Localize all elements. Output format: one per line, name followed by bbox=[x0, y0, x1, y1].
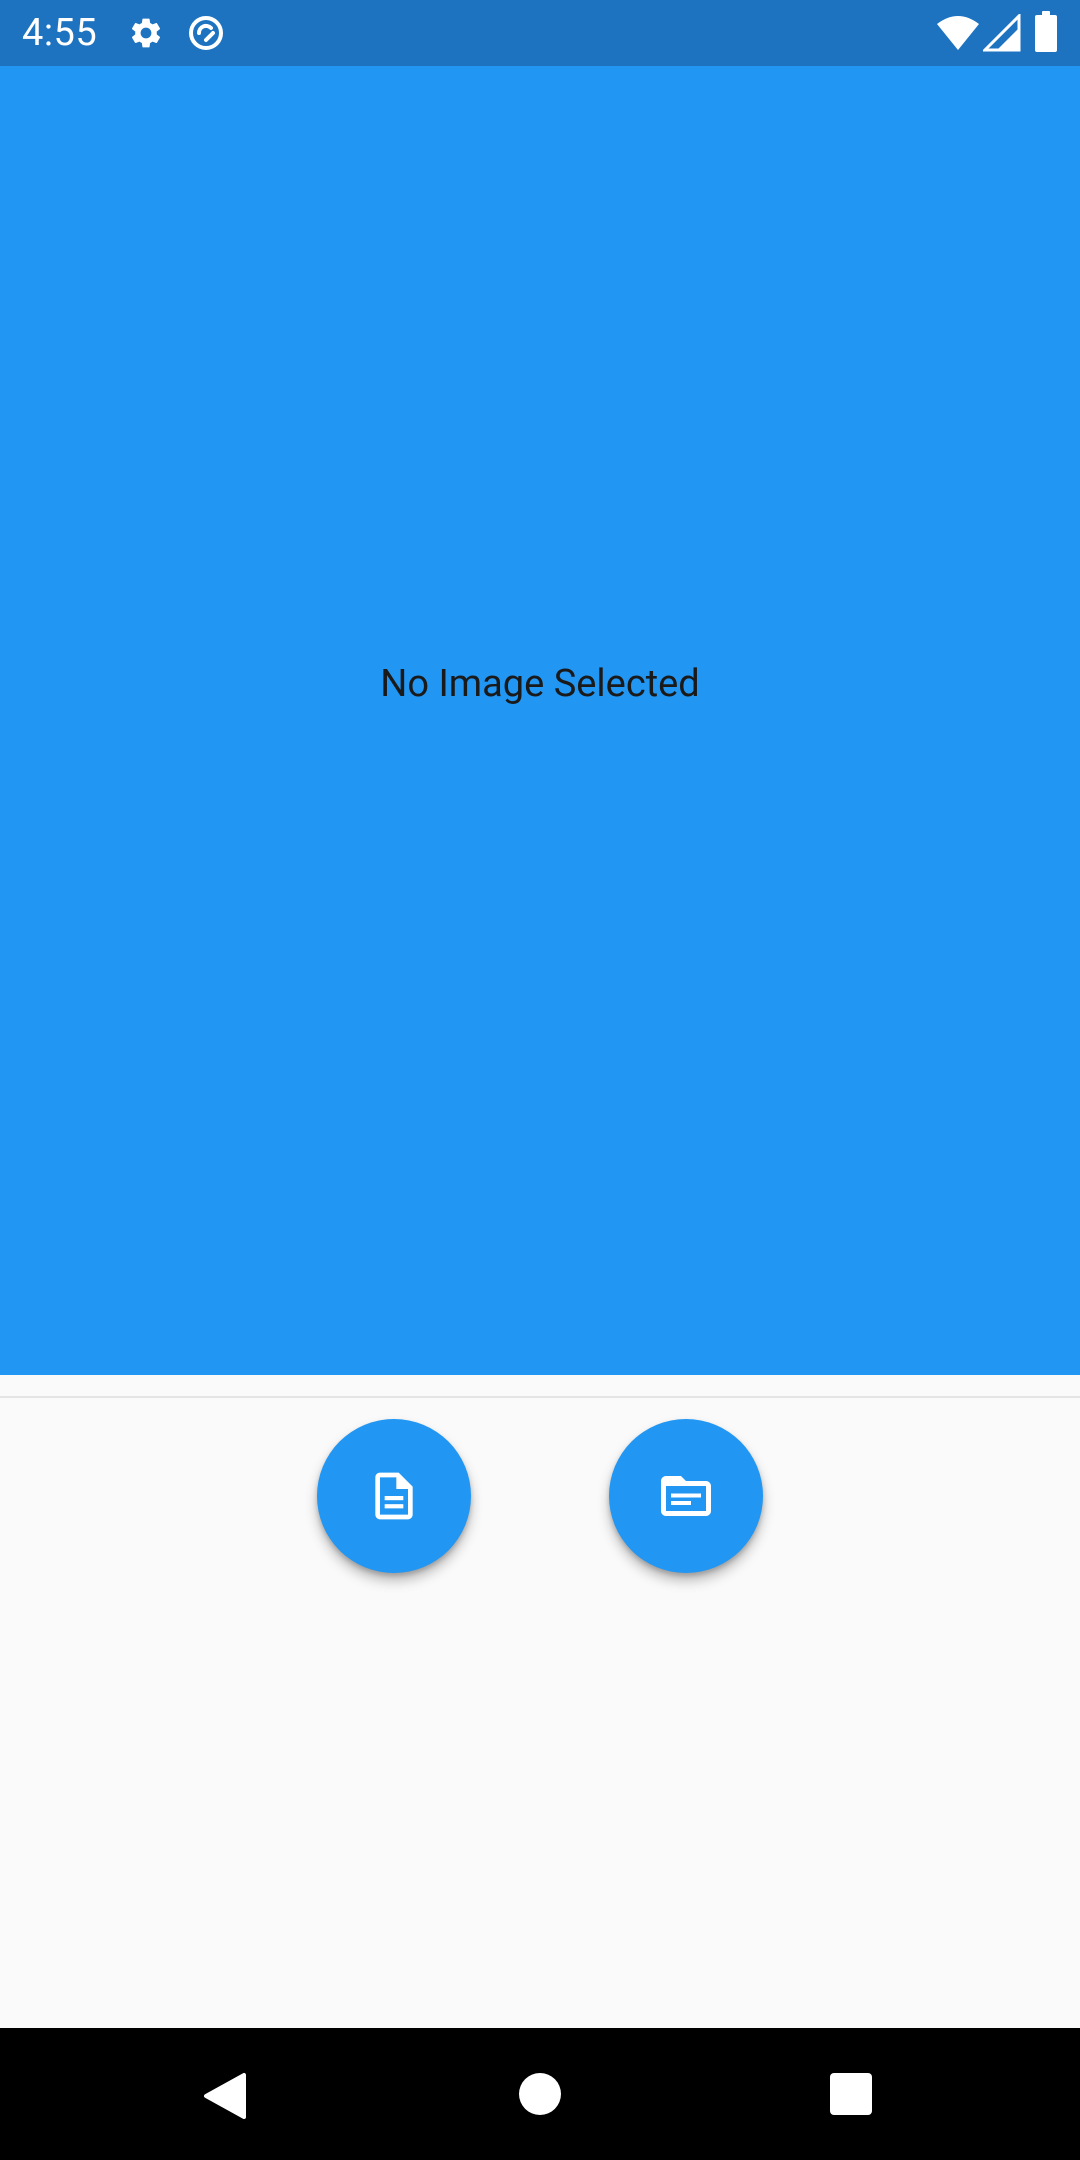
recents-icon[interactable] bbox=[829, 2072, 873, 2116]
document-button[interactable] bbox=[317, 1419, 471, 1573]
sync-icon bbox=[189, 16, 223, 50]
empty-state-text: No Image Selected bbox=[380, 662, 700, 706]
back-icon[interactable] bbox=[202, 2072, 246, 2120]
status-bar: 4:55 bbox=[0, 0, 1080, 66]
signal-icon bbox=[983, 14, 1021, 52]
status-time: 4:55 bbox=[22, 11, 98, 55]
battery-icon bbox=[1035, 11, 1057, 52]
divider bbox=[0, 1396, 1080, 1398]
image-preview-area: No Image Selected bbox=[0, 66, 1080, 1375]
wifi-icon bbox=[937, 16, 979, 50]
folder-icon bbox=[661, 1476, 711, 1516]
folder-button[interactable] bbox=[609, 1419, 763, 1573]
gear-icon bbox=[131, 18, 161, 48]
home-icon[interactable] bbox=[518, 2072, 562, 2116]
navigation-bar bbox=[0, 2028, 1080, 2160]
document-icon bbox=[375, 1472, 413, 1520]
